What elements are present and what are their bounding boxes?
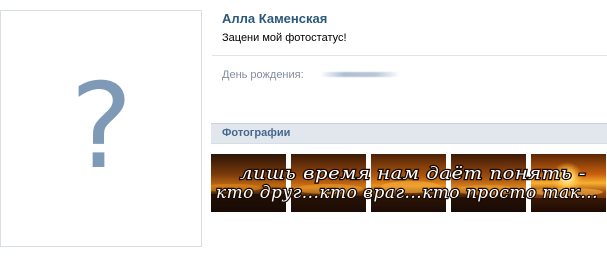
profile-photo[interactable]: ? [0,10,202,247]
divider [212,55,607,56]
photo-thumbnail-2[interactable] [291,154,366,212]
profile-status-text[interactable]: Зацени мой фотостатус! [222,32,347,44]
photo-thumbnail-1[interactable] [211,154,286,212]
profile-name-link[interactable]: Алла Каменская [222,11,327,26]
photos-strip [211,154,607,212]
avatar-placeholder: ? [41,67,162,191]
photo-thumbnail-3[interactable] [371,154,446,212]
birthday-value-blurred [320,72,400,77]
question-mark-icon: ? [70,57,133,195]
photos-section-header[interactable]: Фотографии [211,123,607,144]
photo-thumbnail-4[interactable] [451,154,526,212]
birthday-label: День рождения: [222,69,304,81]
photo-thumbnail-5[interactable] [531,154,606,212]
photos-title: Фотографии [222,127,291,139]
